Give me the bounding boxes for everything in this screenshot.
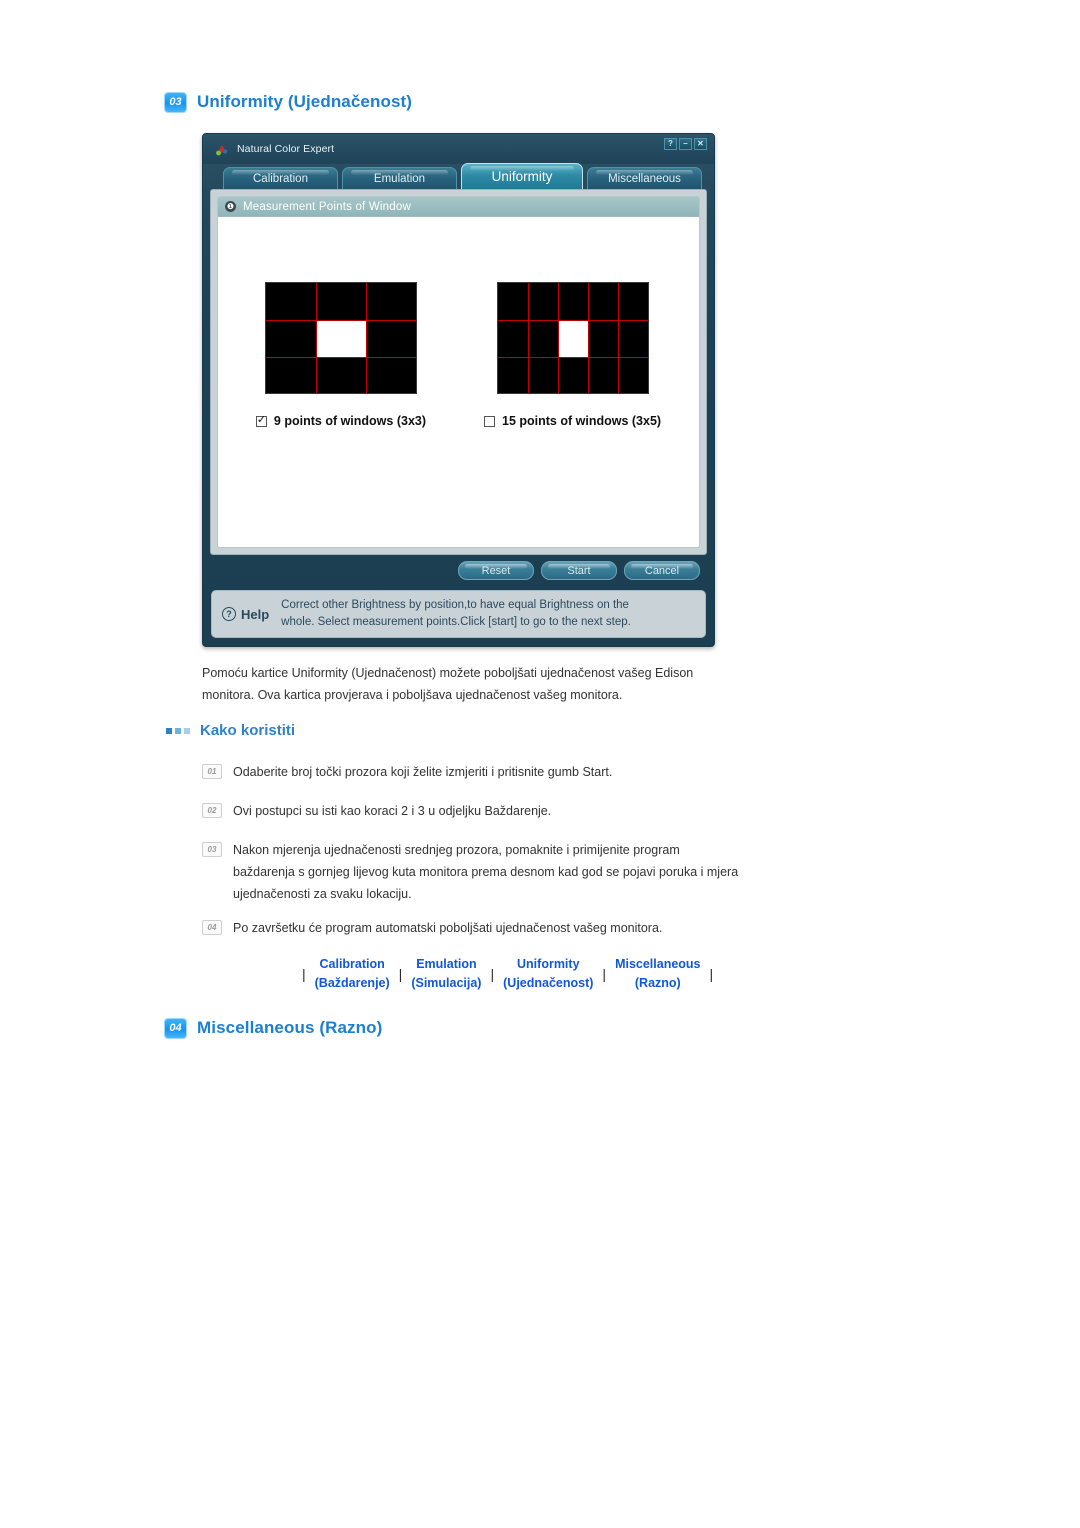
natural-color-expert-window: Natural Color Expert ? – ✕ Calibration E… [202,133,715,647]
checkbox-label: 9 points of windows (3x3) [273,414,427,428]
bullet-squares-icon [166,727,190,734]
nav-link-calibration[interactable]: Calibration (Baždarenje) [315,955,390,993]
option-9-points[interactable]: 9 points of windows (3x3) [255,282,427,428]
nav-link-hr: (Simulacija) [411,976,482,990]
cancel-button[interactable]: Cancel [624,561,700,580]
tab-calibration[interactable]: Calibration [223,167,338,189]
tab-label: Uniformity [491,169,553,184]
nav-link-hr: (Baždarenje) [314,976,390,990]
page-title: Uniformity (Ujednačenost) [197,92,413,111]
tab-highlight [596,170,693,175]
howto-heading: Kako koristiti [166,722,295,739]
action-buttons: Reset Start Cancel [203,561,714,580]
step-text: Nakon mjerenja ujednačenosti srednjeg pr… [233,843,739,901]
app-logo-icon [215,143,230,156]
tab-highlight [351,170,448,175]
nav-link-uniformity[interactable]: Uniformity (Ujednačenost) [503,955,593,993]
panel-header-title: Measurement Points of Window [243,200,411,213]
howto-step-01: 01 Odaberite broj točki prozora koji žel… [202,761,747,783]
nav-separator: | [709,966,714,982]
tab-highlight [470,166,574,171]
intro-line-2: monitora. Ova kartica provjerava i pobol… [202,688,623,702]
nav-link-hr: (Razno) [634,976,681,990]
app-title: Natural Color Expert [237,143,335,155]
section-heading-miscellaneous: 04 Miscellaneous (Razno) [165,1018,382,1038]
intro-line-1: Pomoću kartice Uniformity (Ujednačenost)… [202,666,694,680]
nav-link-en: Miscellaneous [615,957,701,971]
tab-uniformity[interactable]: Uniformity [461,163,583,189]
nav-link-en: Calibration [319,957,385,971]
question-circle-icon: ? [222,607,236,621]
nav-separator: | [490,966,495,982]
bottom-nav: | Calibration (Baždarenje) | Emulation (… [293,955,722,993]
help-box: ? Help Correct other Brightness by posit… [211,590,706,638]
checkbox-row-9-points[interactable]: 9 points of windows (3x3) [255,414,427,428]
step-badge: 03 [202,842,222,857]
panel-inner: ❶ Measurement Points of Window ✓ 9 point… [217,196,700,548]
section-heading-uniformity: 03 Uniformity (Ujednačenost) [165,92,412,112]
checkbox-label: 15 points of windows (3x5) [502,414,662,428]
help-label-text: Help [241,606,270,622]
measurement-options: 9 points of windows (3x3) [218,217,699,428]
step-badge: 01 [202,764,222,779]
nav-link-miscellaneous[interactable]: Miscellaneous (Razno) [615,955,700,993]
checkbox-row-15-points[interactable]: 15 points of windows (3x5) [484,414,661,428]
section-badge-04: 04 [165,1018,186,1038]
step-text: Ovi postupci su isti kao koraci 2 i 3 u … [233,804,552,818]
nav-separator: | [602,966,607,982]
nav-separator: | [398,966,403,982]
highlighted-cell [558,321,588,357]
help-line-2: whole. Select measurement points.Click [… [281,616,631,628]
howto-step-02: 02 Ovi postupci su isti kao koraci 2 i 3… [202,800,747,822]
howto-step-03: 03 Nakon mjerenja ujednačenosti srednjeg… [202,839,742,905]
grid-preview-3x3 [264,282,417,394]
info-icon: ❶ [225,201,236,212]
grid-preview-3x5 [496,282,649,394]
section-title-miscellaneous: Miscellaneous (Razno) [197,1018,383,1037]
tab-highlight [232,170,329,175]
checkbox-15-points[interactable] [484,415,496,427]
minimize-icon[interactable]: – [679,138,692,150]
help-text: Correct other Brightness by position,to … [281,597,631,631]
howto-step-04: 04 Po završetku će program automatski po… [202,917,747,939]
help-label: ? Help [222,607,269,622]
option-15-points[interactable]: 15 points of windows (3x5) [484,282,661,428]
tab-emulation[interactable]: Emulation [342,167,457,189]
page-root: 03 Uniformity (Ujednačenost) Natural Col… [0,0,1080,1528]
highlighted-cell [316,321,366,357]
nav-link-en: Uniformity [517,957,580,971]
close-icon[interactable]: ✕ [694,138,707,150]
panel-header: ❶ Measurement Points of Window [218,197,699,217]
reset-button[interactable]: Reset [458,561,534,580]
step-badge: 02 [202,803,222,818]
checkbox-9-points[interactable] [255,414,267,427]
intro-paragraph: Pomoću kartice Uniformity (Ujednačenost)… [202,662,742,706]
howto-title: Kako koristiti [200,722,296,739]
tab-miscellaneous[interactable]: Miscellaneous [587,167,702,189]
app-titlebar: Natural Color Expert ? – ✕ [203,134,714,164]
start-button[interactable]: Start [541,561,617,580]
step-badge: 04 [202,920,222,935]
section-badge-03: 03 [165,92,186,112]
nav-link-en: Emulation [416,957,477,971]
nav-separator: | [302,966,306,982]
help-line-1: Correct other Brightness by position,to … [281,599,629,611]
step-text: Po završetku će program automatski pobol… [233,921,663,935]
nav-link-emulation[interactable]: Emulation (Simulacija) [411,955,481,993]
tabstrip: Calibration Emulation Uniformity Miscell… [203,163,714,189]
window-controls: ? – ✕ [664,138,707,150]
content-panel: ❶ Measurement Points of Window ✓ 9 point… [210,189,707,555]
nav-link-hr: (Ujednačenost) [503,976,594,990]
step-text: Odaberite broj točki prozora koji želite… [233,765,613,779]
help-icon[interactable]: ? [664,138,677,150]
